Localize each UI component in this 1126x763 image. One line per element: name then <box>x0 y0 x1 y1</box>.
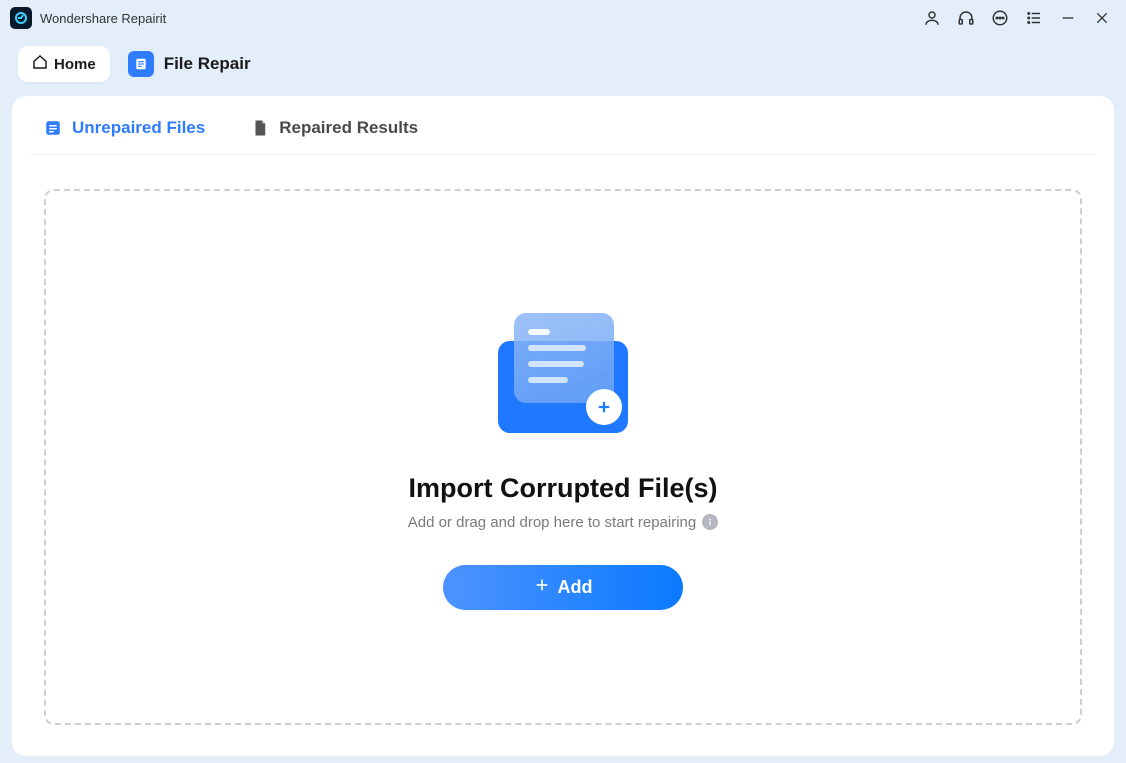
home-label: Home <box>54 56 96 73</box>
add-button-label: Add <box>558 577 593 598</box>
title-bar: Wondershare Repairit <box>0 0 1126 36</box>
import-file-illustration-icon <box>488 305 638 445</box>
minimize-icon[interactable] <box>1058 8 1078 28</box>
tab-repaired-label: Repaired Results <box>279 118 418 138</box>
repaired-results-icon <box>251 119 269 137</box>
unrepaired-files-icon <box>44 119 62 137</box>
info-icon[interactable] <box>702 514 718 530</box>
dropzone-title: Import Corrupted File(s) <box>409 473 718 504</box>
tab-unrepaired[interactable]: Unrepaired Files <box>44 118 205 138</box>
tab-unrepaired-label: Unrepaired Files <box>72 118 205 138</box>
home-button[interactable]: Home <box>18 46 110 82</box>
tab-repaired[interactable]: Repaired Results <box>251 118 418 138</box>
close-icon[interactable] <box>1092 8 1112 28</box>
main-panel: Unrepaired Files Repaired Results Import… <box>12 96 1114 756</box>
nav-bar: Home File Repair <box>0 36 1126 96</box>
dropzone-subtitle-row: Add or drag and drop here to start repai… <box>408 514 719 531</box>
plus-icon <box>534 577 550 598</box>
headset-icon[interactable] <box>956 8 976 28</box>
title-left: Wondershare Repairit <box>10 7 166 29</box>
file-repair-icon <box>128 51 154 77</box>
breadcrumb: File Repair <box>128 51 251 77</box>
app-logo-icon <box>10 7 32 29</box>
breadcrumb-label: File Repair <box>164 54 251 74</box>
chat-icon[interactable] <box>990 8 1010 28</box>
home-icon <box>32 54 48 74</box>
user-icon[interactable] <box>922 8 942 28</box>
tabs: Unrepaired Files Repaired Results <box>30 112 1096 155</box>
app-title: Wondershare Repairit <box>40 11 166 26</box>
title-bar-actions <box>922 8 1112 28</box>
dropzone-subtitle: Add or drag and drop here to start repai… <box>408 514 697 531</box>
add-button[interactable]: Add <box>443 565 683 610</box>
plus-badge-icon <box>586 389 622 425</box>
dropzone[interactable]: Import Corrupted File(s) Add or drag and… <box>44 189 1082 725</box>
menu-list-icon[interactable] <box>1024 8 1044 28</box>
